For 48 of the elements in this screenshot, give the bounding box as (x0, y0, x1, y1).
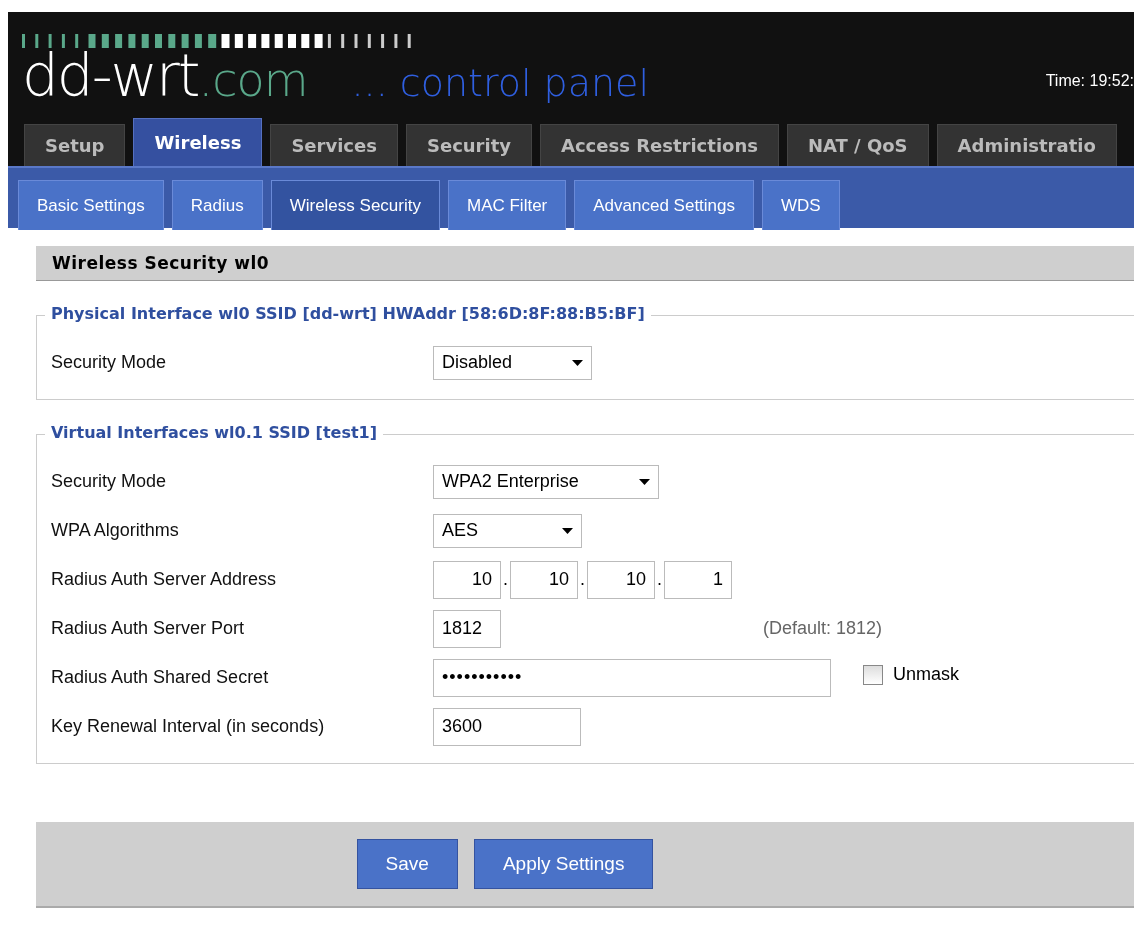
sub-tab[interactable]: Basic Settings (18, 180, 164, 230)
caret-icon (562, 527, 573, 534)
nav-tab[interactable]: Access Restrictions (540, 124, 779, 166)
sub-tab[interactable]: Advanced Settings (574, 180, 754, 230)
ip-octet-field[interactable]: 10 (433, 560, 501, 599)
caret-icon (572, 359, 584, 366)
password-field[interactable]: ••••••••••• (433, 658, 831, 697)
input-field[interactable]: 1812 (433, 609, 501, 648)
field-label: Radius Auth Server Port (51, 618, 246, 639)
input-field[interactable]: 3600 (433, 707, 581, 746)
dropdown[interactable]: WPA2 Enterprise (433, 464, 659, 499)
field-label: Key Renewal Interval (in seconds) (51, 716, 326, 737)
sub-tab[interactable]: Radius (171, 180, 263, 230)
nav-tab[interactable]: Wireless (133, 118, 263, 166)
dropdown[interactable]: Disabled (433, 345, 593, 380)
checkbox-label: Unmask (893, 664, 959, 685)
ip-dot: . (580, 569, 586, 590)
nav-tab[interactable]: Services (270, 124, 398, 166)
checkbox[interactable] (863, 664, 883, 685)
logo-suffix: .com (198, 53, 308, 107)
time-label: Time: 19:52: (1045, 72, 1134, 91)
field-label: Security Mode (51, 352, 168, 373)
nav-tab[interactable]: NAT / QoS (786, 124, 929, 166)
ip-octet-field[interactable]: 10 (587, 560, 656, 599)
logo-text: dd-wrt (22, 44, 199, 108)
field-label: WPA Algorithms (51, 520, 180, 541)
logo-tagline: ... control panel (351, 61, 649, 105)
dropdown[interactable]: AES (433, 513, 582, 548)
field-label: Radius Auth Server Address (51, 569, 278, 590)
action-button[interactable]: Save (356, 839, 458, 889)
ip-octet-field[interactable]: 1 (664, 560, 733, 599)
nav-tab[interactable]: Security (405, 124, 532, 166)
ip-octet-field[interactable]: 10 (510, 560, 578, 599)
sub-tab[interactable]: Wireless Security (270, 180, 440, 230)
fieldset-legend: Virtual Interfaces wl0.1 SSID [test1] (45, 423, 384, 442)
ip-dot: . (503, 569, 508, 590)
fieldset-legend: Physical Interface wl0 SSID [dd-wrt] HWAddr [58:6D:8F:88:B5:BF] (45, 304, 651, 323)
ip-dot: . (657, 569, 663, 590)
section-title: Wireless Security wl0 (36, 246, 1134, 281)
action-button[interactable]: Apply Settings (473, 839, 654, 889)
caret-icon (638, 478, 650, 485)
field-label: Security Mode (51, 471, 168, 492)
sub-tab[interactable]: MAC Filter (447, 180, 567, 230)
sub-tab[interactable]: WDS (762, 180, 840, 230)
field-label: Radius Auth Shared Secret (51, 667, 270, 688)
nav-tab[interactable]: Setup (24, 124, 126, 166)
default-hint: (Default: 1812) (763, 618, 883, 639)
nav-tab[interactable]: Administratio (936, 124, 1117, 166)
